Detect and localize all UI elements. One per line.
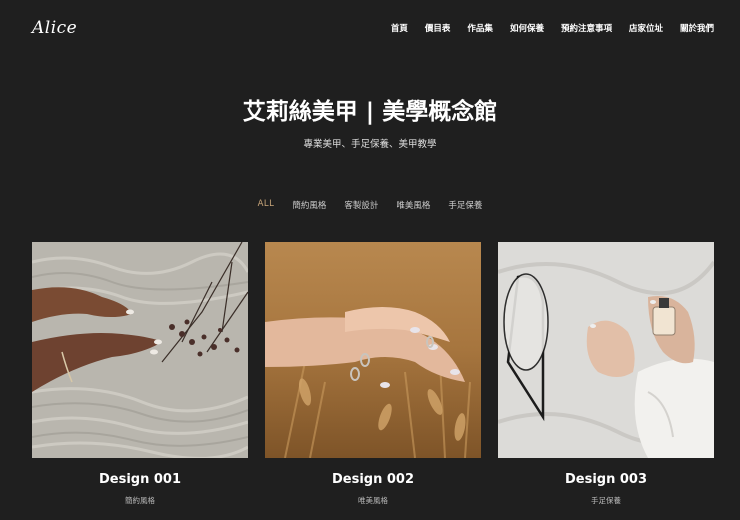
card-title[interactable]: Design 001 (32, 472, 248, 487)
hands-on-knit-blanket-image (32, 242, 248, 458)
portfolio-card-2[interactable]: Design 002 唯美風格 (265, 242, 481, 506)
filter-simple[interactable]: 簡約風格 (292, 199, 326, 211)
nav-item-pricing[interactable]: 價目表 (425, 22, 451, 34)
nav-item-booking[interactable]: 預約注意事項 (561, 22, 612, 34)
page-subtitle: 專業美甲、手足保養、美甲教學 (303, 139, 437, 150)
filter-all[interactable]: ALL (258, 199, 275, 211)
page-title: 艾莉絲美甲 | 美學概念館 (242, 99, 498, 125)
logo[interactable]: Alice (32, 18, 77, 38)
card-image-hands-on-knit-blanket[interactable] (32, 242, 248, 458)
filter-handfoot[interactable]: 手足保養 (448, 199, 482, 211)
card-title[interactable]: Design 002 (265, 472, 481, 487)
nav-item-location[interactable]: 店家位址 (629, 22, 663, 34)
nav-item-portfolio[interactable]: 作品集 (467, 22, 493, 34)
nav-item-care[interactable]: 如何保養 (510, 22, 544, 34)
nav-item-home[interactable]: 首頁 (391, 22, 408, 34)
card-image-hands-in-wheat[interactable] (265, 242, 481, 458)
card-tag: 手足保養 (591, 496, 621, 505)
portfolio-filter-bar: ALL 簡約風格 客製設計 唯美風格 手足保養 (0, 199, 740, 211)
card-tag: 唯美風格 (358, 496, 388, 505)
card-title[interactable]: Design 003 (498, 472, 714, 487)
portfolio-card-3[interactable]: Design 003 手足保養 (498, 242, 714, 506)
main-nav: 首頁 價目表 作品集 如何保養 預約注意事項 店家位址 關於我們 (391, 22, 714, 34)
portfolio-grid: Design 001 簡約風格 Design 002 唯美風格 Design 0… (32, 242, 714, 520)
site-header: Alice 首頁 價目表 作品集 如何保養 預約注意事項 店家位址 關於我們 (0, 0, 740, 56)
filter-custom[interactable]: 客製設計 (344, 199, 378, 211)
filter-aesthetic[interactable]: 唯美風格 (396, 199, 430, 211)
nav-item-about[interactable]: 關於我們 (680, 22, 714, 34)
page: Alice 首頁 價目表 作品集 如何保養 預約注意事項 店家位址 關於我們 艾… (0, 0, 740, 520)
hands-with-perfume-image (498, 242, 714, 458)
card-image-hands-with-perfume[interactable] (498, 242, 714, 458)
portfolio-card-1[interactable]: Design 001 簡約風格 (32, 242, 248, 506)
card-tag: 簡約風格 (125, 496, 155, 505)
hands-in-wheat-image (265, 242, 481, 458)
